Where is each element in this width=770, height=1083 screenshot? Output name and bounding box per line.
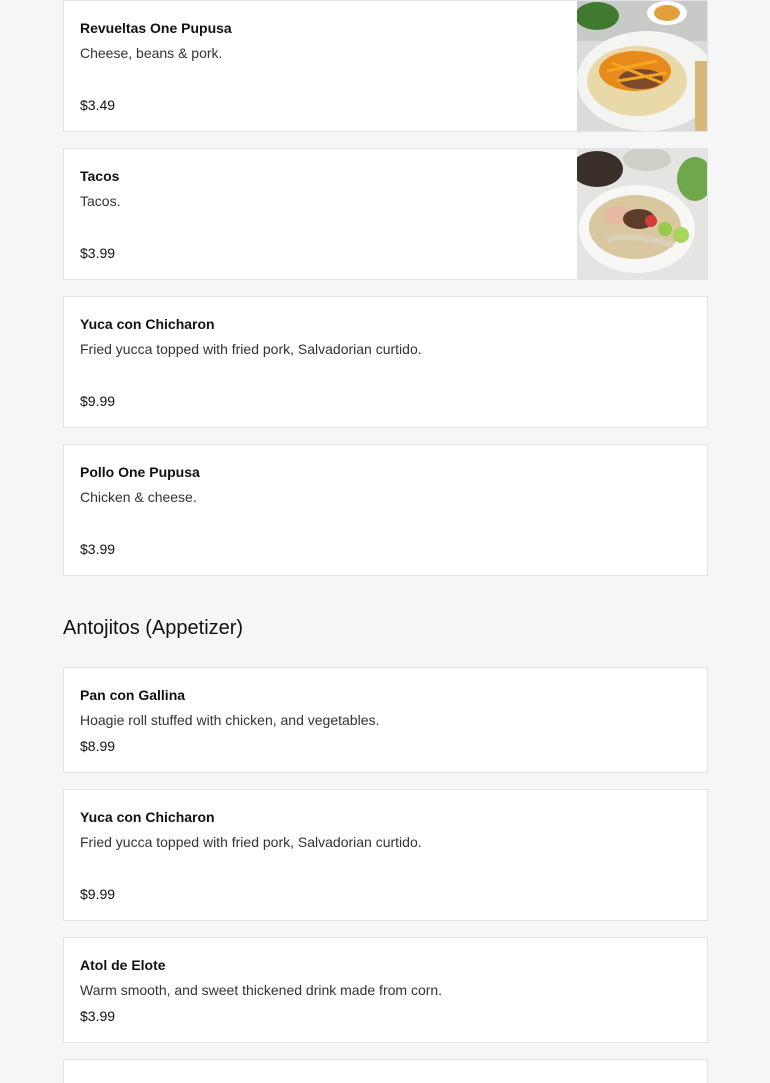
menu-item-description: Fried yucca topped with fried pork, Salv…	[80, 834, 422, 850]
menu-item-description: Cheese, beans & pork.	[80, 45, 223, 61]
menu-item-name: Yuca con Chicharon	[80, 809, 215, 825]
menu-item-name: Yuca con Chicharon	[80, 316, 215, 332]
menu-item-card[interactable]: Yuca con Chicharon Fried yucca topped wi…	[63, 789, 708, 921]
menu-item-card[interactable]: Pollo One Pupusa Chicken & cheese. $3.99	[63, 444, 708, 576]
menu-item-price: $3.49	[80, 97, 116, 113]
menu-item-card[interactable]: Tacos Tacos. $3.99	[63, 148, 708, 280]
menu-item-description: Chicken & cheese.	[80, 489, 197, 505]
menu-item-description: Warm smooth, and sweet thickened drink m…	[80, 982, 443, 998]
menu-item-photo	[577, 1, 707, 131]
menu-item-name: Revueltas One Pupusa	[80, 20, 232, 36]
menu-item-price: $9.99	[80, 886, 116, 902]
menu-item-price: $3.99	[80, 1008, 116, 1024]
menu-item-name: Atol de Elote	[80, 957, 166, 973]
menu-item-card[interactable]: Revueltas One Pupusa Cheese, beans & por…	[63, 0, 708, 132]
menu-item-price: $3.99	[80, 245, 116, 261]
menu-item-photo	[577, 149, 707, 279]
menu-item-description: Hoagie roll stuffed with chicken, and ve…	[80, 712, 380, 728]
menu-item-price: $8.99	[80, 738, 116, 754]
menu-item-name: Tacos	[80, 168, 120, 184]
menu-item-description: Tacos.	[80, 193, 121, 209]
menu-item-card[interactable]: Pan con Gallina Hoagie roll stuffed with…	[63, 667, 708, 773]
menu-item-price: $3.99	[80, 541, 116, 557]
menu-item-card[interactable]: Yuca con Chicharon Fried yucca topped wi…	[63, 296, 708, 428]
menu-item-card[interactable]: Atol de Elote Warm smooth, and sweet thi…	[63, 937, 708, 1043]
menu-item-card[interactable]	[63, 1059, 708, 1083]
menu-item-description: Fried yucca topped with fried pork, Salv…	[80, 341, 422, 357]
section-title: Antojitos (Appetizer)	[63, 617, 244, 639]
menu-item-price: $9.99	[80, 393, 116, 409]
menu-item-name: Pollo One Pupusa	[80, 464, 200, 480]
menu-item-name: Pan con Gallina	[80, 687, 186, 703]
